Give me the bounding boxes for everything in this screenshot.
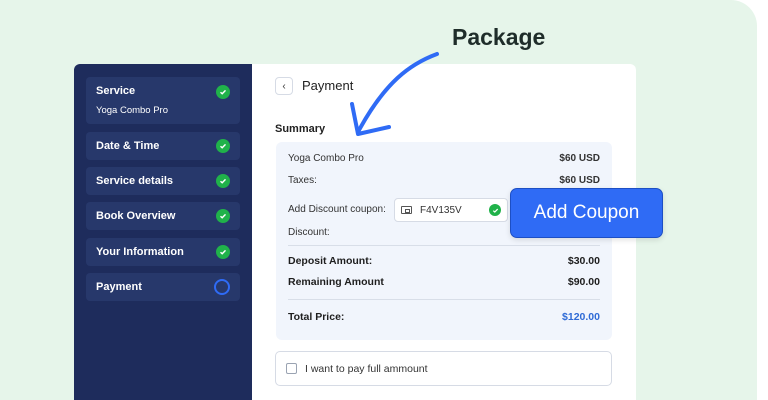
step-title: Payment — [96, 281, 142, 293]
row-value: $30.00 — [567, 255, 600, 267]
check-icon — [216, 174, 230, 188]
row-label: Add Discount coupon: — [288, 204, 386, 215]
row-value: $60 USD — [559, 175, 600, 186]
summary-row-remaining: Remaining Amount $90.00 — [288, 276, 600, 288]
ticket-icon — [401, 206, 412, 214]
pending-step-icon — [214, 279, 230, 295]
step-title: Date & Time — [96, 140, 160, 152]
total-value: $120.00 — [562, 311, 600, 323]
summary-row-service: Yoga Combo Pro $60 USD — [288, 153, 600, 164]
summary-box: Yoga Combo Pro $60 USD Taxes: $60 USD Ad… — [276, 142, 612, 340]
coupon-input[interactable]: F4V135V — [394, 198, 508, 222]
check-icon — [216, 209, 230, 223]
step-title: Book Overview — [96, 210, 176, 222]
step-title: Your Information — [96, 246, 184, 258]
step-payment[interactable]: Payment — [86, 273, 240, 301]
step-service-details[interactable]: Service details — [86, 167, 240, 195]
row-label: Discount: — [288, 227, 330, 238]
divider — [288, 299, 600, 300]
step-title: Service — [96, 85, 136, 97]
add-coupon-callout: Add Coupon — [510, 188, 663, 238]
step-service[interactable]: Service Yoga Combo Pro — [86, 77, 240, 124]
row-label: Remaining Amount — [288, 276, 384, 288]
pay-full-label: I want to pay full ammount — [305, 362, 428, 375]
row-label: Total Price: — [288, 311, 345, 323]
divider — [288, 245, 600, 246]
pay-full-checkbox[interactable] — [286, 363, 297, 374]
check-icon — [489, 204, 501, 216]
row-label: Deposit Amount: — [288, 255, 373, 267]
steps-sidebar: Service Yoga Combo Pro Date & Time Servi… — [74, 64, 252, 400]
summary-row-taxes: Taxes: $60 USD — [288, 175, 600, 186]
row-value: $90.00 — [567, 276, 600, 288]
page-title: Payment — [302, 78, 354, 93]
back-button[interactable]: ‹ — [275, 77, 293, 95]
step-subtitle: Yoga Combo Pro — [96, 105, 169, 116]
row-value: $60 USD — [559, 153, 600, 164]
check-icon — [216, 245, 230, 259]
pay-full-option[interactable]: I want to pay full ammount — [275, 351, 612, 386]
step-date-time[interactable]: Date & Time — [86, 132, 240, 160]
check-icon — [216, 139, 230, 153]
step-your-information[interactable]: Your Information — [86, 238, 240, 266]
check-icon — [216, 85, 230, 99]
chevron-left-icon: ‹ — [282, 80, 286, 92]
summary-row-total: Total Price: $120.00 — [288, 311, 600, 323]
step-book-overview[interactable]: Book Overview — [86, 202, 240, 230]
row-label: Yoga Combo Pro — [288, 153, 364, 164]
headline: Package — [452, 24, 546, 50]
summary-heading: Summary — [275, 123, 326, 135]
step-title: Service details — [96, 175, 174, 187]
summary-row-deposit: Deposit Amount: $30.00 — [288, 255, 600, 267]
row-label: Taxes: — [288, 175, 317, 186]
coupon-code: F4V135V — [420, 204, 462, 216]
